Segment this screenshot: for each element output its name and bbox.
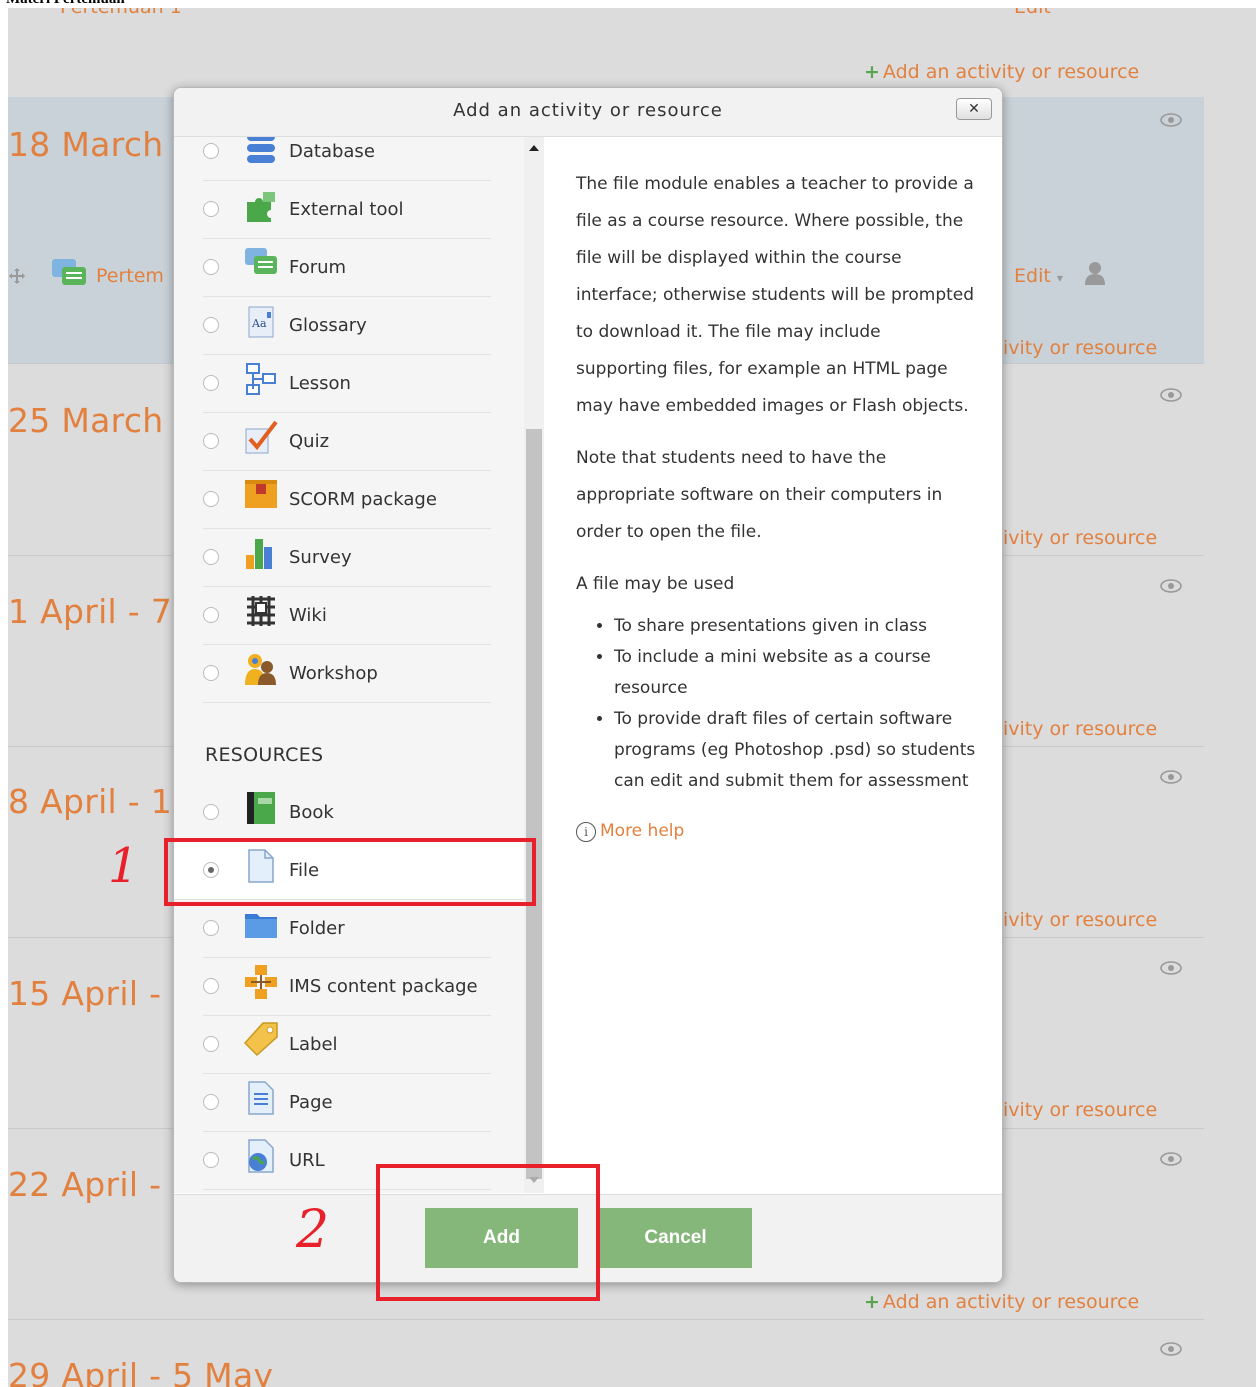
option-ims-content-package[interactable]: IMS content package (203, 958, 491, 1016)
module-list[interactable]: Database External tool Forum Aa Glossary (174, 137, 544, 1193)
radio-button[interactable] (203, 978, 219, 994)
option-label: Workshop (289, 663, 378, 684)
url-icon (248, 1139, 274, 1173)
option-label: SCORM package (289, 489, 437, 510)
option-label: Survey (289, 547, 352, 568)
option-label: Glossary (289, 315, 367, 336)
option-label: Lesson (289, 373, 351, 394)
option-glossary[interactable]: Aa Glossary (203, 297, 491, 355)
cancel-button[interactable]: Cancel (599, 1208, 752, 1268)
help-paragraph: A file may be used (576, 574, 735, 594)
option-database[interactable]: Database (203, 137, 491, 181)
radio-button[interactable] (203, 143, 219, 159)
radio-button[interactable] (203, 433, 219, 449)
info-icon: i (576, 821, 596, 842)
wiki-icon (247, 596, 275, 626)
activity-chooser-dialog: Add an activity or resource ✕ Database E… (173, 87, 1003, 1283)
option-label: IMS content package (289, 976, 478, 997)
radio-button[interactable] (203, 1036, 219, 1052)
database-icon (247, 137, 275, 163)
option-label: Forum (289, 257, 347, 278)
annotation-step-1: 1 (108, 838, 139, 894)
forum-icon (245, 248, 277, 274)
option-label: Page (289, 1092, 333, 1113)
annotation-highlight-add (376, 1164, 600, 1301)
radio-button[interactable] (203, 665, 219, 681)
radio-button[interactable] (203, 1094, 219, 1110)
option-wiki[interactable]: Wiki (203, 587, 491, 645)
puzzle-icon (247, 192, 275, 222)
scroll-up-arrow-icon[interactable] (529, 145, 539, 151)
module-help-panel: The file module enables a teacher to pro… (576, 166, 976, 850)
option-label: Book (289, 802, 334, 823)
help-bullet: To provide draft files of certain softwa… (614, 704, 976, 797)
radio-button[interactable] (203, 259, 219, 275)
workshop-icon (245, 654, 276, 685)
option-book[interactable]: Book (203, 784, 491, 842)
radio-button[interactable] (203, 491, 219, 507)
option-label: Quiz (289, 431, 330, 452)
radio-button[interactable] (203, 607, 219, 623)
label-icon (243, 1022, 278, 1057)
option-external-tool[interactable]: External tool (203, 181, 491, 239)
scrollbar-thumb[interactable] (526, 429, 542, 1179)
help-paragraph: Note that students need to have the appr… (576, 448, 943, 542)
radio-button[interactable] (203, 920, 219, 936)
help-bullet: To share presentations given in class (614, 611, 976, 642)
radio-button[interactable] (203, 549, 219, 565)
option-label: URL (289, 1150, 325, 1171)
option-forum[interactable]: Forum (203, 239, 491, 297)
folder-icon (245, 914, 277, 938)
radio-button[interactable] (203, 375, 219, 391)
option-label: Folder (289, 918, 345, 939)
option-label-resource[interactable]: Label (203, 1016, 491, 1074)
close-button[interactable]: ✕ (956, 98, 992, 120)
help-bullet-list: To share presentations given in class To… (576, 611, 976, 797)
help-bullet: To include a mini website as a course re… (614, 642, 976, 704)
option-folder[interactable]: Folder (203, 900, 491, 958)
svg-text:Aa: Aa (251, 317, 267, 330)
modal-overlay: Add an activity or resource ✕ Database E… (0, 0, 1256, 1387)
option-scorm[interactable]: SCORM package (203, 471, 491, 529)
option-workshop[interactable]: Workshop (203, 645, 491, 703)
lesson-icon (246, 363, 276, 395)
option-survey[interactable]: Survey (203, 529, 491, 587)
glossary-icon: Aa (248, 306, 274, 338)
ims-package-icon (245, 965, 277, 999)
scorm-icon (245, 480, 277, 508)
quiz-icon (245, 420, 278, 454)
option-label: Wiki (289, 605, 327, 626)
option-quiz[interactable]: Quiz (203, 413, 491, 471)
book-icon (247, 792, 275, 824)
radio-button[interactable] (203, 1152, 219, 1168)
module-list-scrollbar[interactable] (524, 137, 544, 1193)
dialog-title: Add an activity or resource (453, 100, 723, 121)
option-label: Database (289, 141, 375, 162)
radio-button[interactable] (203, 201, 219, 217)
radio-button[interactable] (203, 317, 219, 333)
option-lesson[interactable]: Lesson (203, 355, 491, 413)
more-help-link[interactable]: i More help (576, 813, 976, 850)
help-paragraph: The file module enables a teacher to pro… (576, 174, 975, 416)
option-label: External tool (289, 199, 404, 220)
page-icon (248, 1081, 274, 1115)
survey-icon (246, 539, 272, 569)
annotation-step-2: 2 (296, 1200, 330, 1260)
option-label: Label (289, 1034, 338, 1055)
option-page[interactable]: Page (203, 1074, 491, 1132)
annotation-highlight-file (164, 838, 536, 906)
resources-heading: RESOURCES (205, 744, 324, 766)
radio-button[interactable] (203, 804, 219, 820)
dialog-header: Add an activity or resource ✕ (174, 88, 1002, 137)
